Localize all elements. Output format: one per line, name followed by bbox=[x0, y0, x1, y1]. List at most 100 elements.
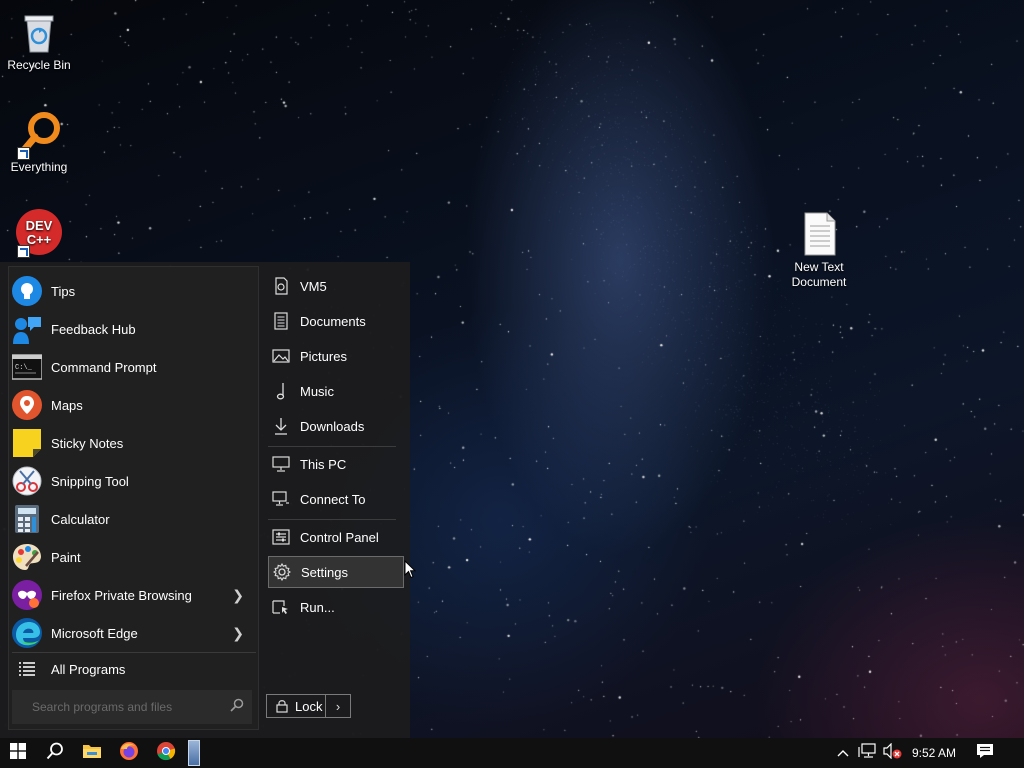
program-microsoft-edge[interactable]: Microsoft Edge ❯ bbox=[10, 614, 256, 652]
firefox-icon bbox=[119, 741, 139, 766]
run-icon bbox=[272, 598, 290, 616]
lock-button[interactable]: Lock bbox=[266, 694, 326, 718]
everything-search-icon bbox=[15, 110, 63, 160]
shortcut-arrow-icon bbox=[17, 147, 30, 160]
place-label: Music bbox=[300, 383, 334, 399]
download-arrow-icon bbox=[272, 417, 290, 435]
map-pin-icon bbox=[12, 390, 42, 420]
place-label: Downloads bbox=[300, 418, 365, 434]
mouse-cursor-icon bbox=[404, 559, 417, 584]
place-user-vm5[interactable]: VM5 bbox=[268, 270, 404, 302]
place-label: Control Panel bbox=[300, 529, 379, 545]
firefox-button[interactable] bbox=[111, 738, 147, 768]
taskbar-search-button[interactable] bbox=[37, 738, 73, 768]
show-hidden-icons-button[interactable] bbox=[834, 738, 852, 768]
program-maps[interactable]: Maps bbox=[10, 386, 256, 424]
shortcut-arrow-icon bbox=[17, 245, 30, 258]
gear-icon bbox=[273, 563, 291, 581]
place-settings[interactable]: Settings bbox=[268, 556, 404, 588]
place-label: This PC bbox=[300, 456, 347, 472]
action-center-button[interactable] bbox=[972, 738, 998, 768]
place-downloads[interactable]: Downloads bbox=[268, 410, 404, 442]
place-music[interactable]: Music bbox=[268, 375, 404, 407]
start-button[interactable] bbox=[0, 738, 36, 768]
program-label: Maps bbox=[51, 397, 83, 413]
submenu-arrow-icon[interactable]: ❯ bbox=[232, 625, 244, 642]
place-control-panel[interactable]: Control Panel bbox=[268, 521, 404, 553]
lock-label: Lock bbox=[295, 698, 323, 714]
search-icon[interactable] bbox=[230, 698, 244, 717]
music-note-icon bbox=[272, 382, 290, 400]
text-document-icon bbox=[795, 210, 843, 258]
place-label: Settings bbox=[301, 564, 348, 580]
network-status[interactable] bbox=[856, 738, 880, 768]
program-sticky-notes[interactable]: Sticky Notes bbox=[10, 424, 256, 462]
program-tips[interactable]: Tips bbox=[10, 272, 256, 310]
program-label: Tips bbox=[51, 283, 76, 299]
program-label: Snipping Tool bbox=[51, 473, 129, 489]
volume-control[interactable] bbox=[882, 738, 904, 768]
taskbar: 9:52 AM bbox=[0, 738, 1024, 768]
program-label: Feedback Hub bbox=[51, 321, 136, 337]
place-run[interactable]: Run... bbox=[268, 591, 404, 623]
divider bbox=[268, 519, 396, 520]
feedback-hub-icon bbox=[12, 314, 42, 344]
calculator-icon bbox=[12, 504, 42, 534]
place-label: Run... bbox=[300, 599, 335, 615]
search-input[interactable] bbox=[30, 699, 224, 715]
lightbulb-icon bbox=[12, 276, 42, 306]
connect-icon bbox=[272, 490, 290, 508]
place-pictures[interactable]: Pictures bbox=[268, 340, 404, 372]
program-snipping-tool[interactable]: Snipping Tool bbox=[10, 462, 256, 500]
program-command-prompt[interactable]: C:\_ Command Prompt bbox=[10, 348, 256, 386]
file-explorer-icon bbox=[82, 743, 102, 764]
firefox-private-icon bbox=[12, 580, 42, 610]
list-icon bbox=[12, 654, 42, 684]
user-icon bbox=[272, 277, 290, 295]
program-feedback-hub[interactable]: Feedback Hub bbox=[10, 310, 256, 348]
volume-muted-icon bbox=[883, 742, 903, 764]
program-label: Microsoft Edge bbox=[51, 625, 138, 641]
program-firefox-private-browsing[interactable]: Firefox Private Browsing ❯ bbox=[10, 576, 256, 614]
paint-palette-icon bbox=[12, 542, 42, 572]
chrome-button[interactable] bbox=[148, 738, 184, 768]
power-options-arrow[interactable]: › bbox=[326, 694, 351, 718]
desktop-icon-new-text-document[interactable]: New Text Document bbox=[783, 210, 855, 290]
place-label: VM5 bbox=[300, 278, 327, 294]
svg-text:C:\_: C:\_ bbox=[15, 364, 33, 372]
program-paint[interactable]: Paint bbox=[10, 538, 256, 576]
documents-icon bbox=[272, 312, 290, 330]
search-icon bbox=[46, 742, 64, 765]
place-documents[interactable]: Documents bbox=[268, 305, 404, 337]
active-app-icon bbox=[188, 740, 200, 766]
monitor-icon bbox=[272, 455, 290, 473]
program-calculator[interactable]: Calculator bbox=[10, 500, 256, 538]
svg-text:C++: C++ bbox=[27, 232, 52, 247]
dev-cpp-icon: DEV C++ bbox=[15, 208, 63, 258]
file-explorer-button[interactable] bbox=[74, 738, 110, 768]
desktop-icon-dev-cpp[interactable]: DEV C++ bbox=[3, 208, 75, 258]
program-label: Calculator bbox=[51, 511, 110, 527]
taskbar-clock[interactable]: 9:52 AM bbox=[906, 738, 962, 768]
lock-icon bbox=[276, 699, 288, 713]
sticky-notes-icon bbox=[12, 428, 42, 458]
edge-icon bbox=[12, 618, 42, 648]
program-label: Command Prompt bbox=[51, 359, 157, 375]
place-label: Connect To bbox=[300, 491, 366, 507]
place-this-pc[interactable]: This PC bbox=[268, 448, 404, 480]
chrome-icon bbox=[156, 741, 176, 766]
recycle-bin-icon bbox=[15, 8, 63, 56]
desktop-icon-recycle-bin[interactable]: Recycle Bin bbox=[3, 8, 75, 73]
program-label: Firefox Private Browsing bbox=[51, 587, 192, 603]
command-prompt-icon: C:\_ bbox=[12, 352, 42, 382]
chevron-up-icon bbox=[837, 744, 849, 762]
desktop-icon-everything[interactable]: Everything bbox=[3, 110, 75, 175]
active-app-button[interactable] bbox=[185, 738, 203, 768]
submenu-arrow-icon[interactable]: ❯ bbox=[232, 587, 244, 604]
all-programs-button[interactable]: All Programs bbox=[10, 650, 256, 688]
network-icon bbox=[858, 742, 878, 764]
place-connect-to[interactable]: Connect To bbox=[268, 483, 404, 515]
start-search-box[interactable] bbox=[12, 690, 252, 724]
program-label: Paint bbox=[51, 549, 81, 565]
desktop-icon-label: New Text Document bbox=[791, 260, 847, 289]
